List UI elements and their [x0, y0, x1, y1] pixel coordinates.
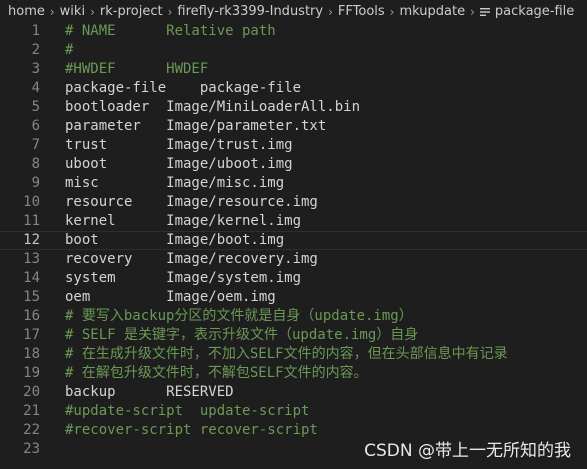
code-line[interactable]: 13 recovery Image/recovery.img [0, 250, 587, 269]
line-number: 6 [31, 118, 40, 134]
chevron-right-icon: › [49, 4, 55, 19]
line-number: 1 [31, 23, 40, 39]
breadcrumb-item-mkupdate[interactable]: mkupdate [399, 4, 465, 19]
line-number: 19 [23, 365, 40, 381]
comment-text: #HWDEF HWDEF [65, 61, 209, 77]
comment-text: #update-script update-script [65, 403, 310, 419]
line-number: 3 [31, 61, 40, 77]
line-number: 2 [31, 42, 40, 58]
code-line[interactable]: 7 trust Image/trust.img [0, 136, 587, 155]
breadcrumb-item-file[interactable]: package-file [495, 4, 574, 19]
code-line[interactable]: 16 # 要写入backup分区的文件就是自身（update.img） [0, 307, 587, 326]
line-number: 22 [23, 422, 40, 438]
code-line[interactable]: 19 # 在解包升级文件时，不解包SELF文件的内容。 [0, 364, 587, 383]
code-text: system Image/system.img [65, 270, 302, 286]
line-number: 13 [23, 251, 40, 267]
lines-icon [479, 7, 490, 16]
code-text: backup RESERVED [65, 384, 234, 400]
comment-text: # [65, 42, 74, 58]
line-number: 20 [23, 384, 40, 400]
line-number: 10 [23, 194, 40, 210]
line-number: 7 [31, 137, 40, 153]
code-line[interactable]: 3 #HWDEF HWDEF [0, 60, 587, 79]
chevron-right-icon: › [389, 4, 395, 19]
line-number: 23 [23, 441, 40, 457]
watermark: CSDN @带上一无所知的我 [364, 441, 571, 461]
comment-text: # 要写入backup分区的文件就是自身（update.img） [65, 308, 413, 324]
line-number: 18 [23, 346, 40, 362]
comment-text: # 在生成升级文件时，不加入SELF文件的内容，但在头部信息中有记录 [65, 346, 508, 362]
code-line[interactable]: 21 #update-script update-script [0, 402, 587, 421]
code-text: parameter Image/parameter.txt [65, 118, 327, 134]
line-number: 5 [31, 99, 40, 115]
chevron-right-icon: › [167, 4, 173, 19]
breadcrumb: home › wiki › rk-project › firefly-rk339… [0, 0, 587, 23]
code-editor[interactable]: home › wiki › rk-project › firefly-rk339… [0, 0, 587, 469]
line-number: 14 [23, 270, 40, 286]
code-text: misc Image/misc.img [65, 175, 285, 191]
code-text: package-file package-file [65, 80, 302, 96]
code-line[interactable]: 2 # [0, 41, 587, 60]
comment-text: # SELF 是关键字，表示升级文件（update.img）自身 [65, 327, 419, 343]
breadcrumb-item-wiki[interactable]: wiki [60, 4, 85, 19]
code-line[interactable]: 15 oem Image/oem.img [0, 288, 587, 307]
line-number: 11 [23, 213, 40, 229]
code-line[interactable]: 14 system Image/system.img [0, 269, 587, 288]
breadcrumb-item-rk-project[interactable]: rk-project [100, 4, 163, 19]
code-line[interactable]: 8 uboot Image/uboot.img [0, 155, 587, 174]
code-line[interactable]: 12 boot Image/boot.img [0, 231, 587, 250]
code-text: trust Image/trust.img [65, 137, 293, 153]
code-line[interactable]: 5 bootloader Image/MiniLoaderAll.bin [0, 98, 587, 117]
line-number: 9 [31, 175, 40, 191]
line-number: 17 [23, 327, 40, 343]
code-line[interactable]: 4 package-file package-file [0, 79, 587, 98]
code-area[interactable]: 1 # NAME Relative path 2 #3 #HWDEF HWDEF 4 pac… [0, 22, 587, 459]
breadcrumb-item-fftools[interactable]: FFTools [338, 4, 385, 19]
code-line[interactable]: 11 kernel Image/kernel.img [0, 212, 587, 231]
chevron-right-icon: › [90, 4, 95, 19]
comment-text: #recover-script recover-script [65, 422, 318, 438]
line-number: 21 [23, 403, 40, 419]
comment-text: # NAME Relative path [65, 23, 276, 39]
breadcrumb-item-home[interactable]: home [8, 4, 45, 19]
breadcrumb-item-firefly[interactable]: firefly-rk3399-Industry [177, 4, 323, 19]
code-line[interactable]: 1 # NAME Relative path [0, 22, 587, 41]
line-number: 12 [23, 232, 40, 248]
code-text: kernel Image/kernel.img [65, 213, 302, 229]
code-line[interactable]: 10 resource Image/resource.img [0, 193, 587, 212]
code-text: resource Image/resource.img [65, 194, 318, 210]
code-line[interactable]: 17 # SELF 是关键字，表示升级文件（update.img）自身 [0, 326, 587, 345]
code-text: uboot Image/uboot.img [65, 156, 293, 172]
code-line[interactable]: 18 # 在生成升级文件时，不加入SELF文件的内容，但在头部信息中有记录 [0, 345, 587, 364]
code-text: boot Image/boot.img [65, 232, 285, 248]
code-line[interactable]: 6 parameter Image/parameter.txt [0, 117, 587, 136]
chevron-right-icon: › [328, 4, 333, 19]
code-text: bootloader Image/MiniLoaderAll.bin [65, 99, 361, 115]
chevron-right-icon: › [470, 4, 475, 19]
comment-text: # 在解包升级文件时，不解包SELF文件的内容。 [65, 365, 368, 381]
code-line[interactable]: 9 misc Image/misc.img [0, 174, 587, 193]
line-number: 4 [31, 80, 40, 96]
code-text: oem Image/oem.img [65, 289, 276, 305]
line-number: 16 [23, 308, 40, 324]
line-number: 15 [23, 289, 40, 305]
code-line[interactable]: 20 backup RESERVED [0, 383, 587, 402]
code-text: recovery Image/recovery.img [65, 251, 318, 267]
line-number: 8 [31, 156, 40, 172]
